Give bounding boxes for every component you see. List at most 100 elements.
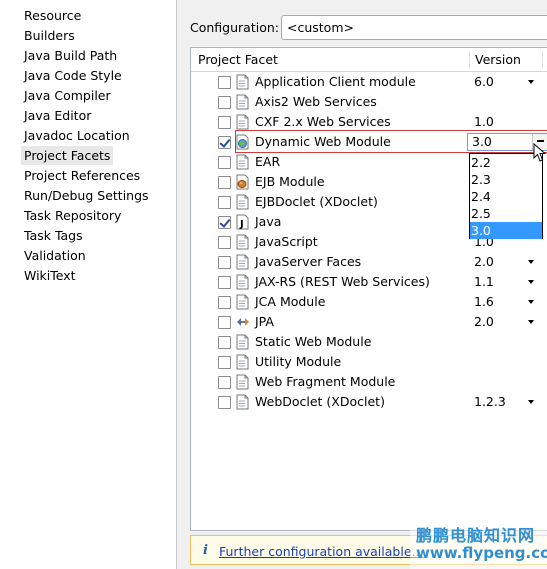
document-icon: [236, 154, 249, 170]
facet-name: Utility Module: [255, 354, 342, 369]
properties-nav-list: Resource Builders Java Build Path Java Code…: [0, 0, 177, 569]
facet-checkbox[interactable]: [218, 296, 231, 309]
nav-item-run-debug-settings[interactable]: Run/Debug Settings: [21, 186, 152, 205]
nav-item-task-repository[interactable]: Task Repository: [21, 206, 124, 225]
nav-item-task-tags[interactable]: Task Tags: [21, 226, 86, 245]
facet-row[interactable]: JCA Module 1.6: [191, 292, 547, 312]
facet-name: EJBDoclet (XDoclet): [255, 194, 378, 209]
version-dropdown-arrow-icon[interactable]: [528, 260, 534, 264]
facet-row[interactable]: Web Fragment Module: [191, 372, 547, 392]
nav-item-java-editor[interactable]: Java Editor: [21, 106, 94, 125]
nav-item-builders[interactable]: Builders: [21, 26, 78, 45]
version-dropdown-arrow-icon[interactable]: [528, 300, 534, 304]
facet-version: 1.6: [474, 294, 494, 309]
facet-checkbox[interactable]: [218, 216, 231, 229]
version-dropdown-arrow-icon[interactable]: [528, 280, 534, 284]
facet-name: Web Fragment Module: [255, 374, 396, 389]
version-dropdown-arrow-icon[interactable]: [528, 400, 534, 404]
facet-name: JavaScript: [255, 234, 318, 249]
facet-row[interactable]: JAX-RS (REST Web Services) 1.1: [191, 272, 547, 292]
facet-name: Dynamic Web Module: [255, 134, 391, 149]
version-dropdown-arrow-icon[interactable]: [528, 320, 534, 324]
project-facet-table: Project Facet Version Application Client…: [190, 47, 547, 531]
facet-name: Application Client module: [255, 74, 416, 89]
column-header-project-facet[interactable]: Project Facet: [198, 52, 278, 67]
watermark: 鹏鹏电脑知识网 www.flypeng.com: [410, 520, 547, 569]
facet-row[interactable]: Application Client module 6.0: [191, 72, 547, 92]
facet-name: JCA Module: [255, 294, 326, 309]
facet-version: 2.0: [474, 254, 494, 269]
facet-checkbox[interactable]: [218, 276, 231, 289]
facet-name: EAR: [255, 154, 281, 169]
facet-name: WebDoclet (XDoclet): [255, 394, 385, 409]
column-divider: [542, 51, 543, 69]
nav-item-java-build-path[interactable]: Java Build Path: [21, 46, 120, 65]
facet-row[interactable]: Axis2 Web Services: [191, 92, 547, 112]
facet-row[interactable]: JPA 2.0: [191, 312, 547, 332]
document-icon: [236, 334, 249, 350]
facet-checkbox[interactable]: [218, 336, 231, 349]
facet-checkbox[interactable]: [218, 356, 231, 369]
version-option[interactable]: 3.0: [470, 222, 542, 239]
facet-row[interactable]: WebDoclet (XDoclet) 1.2.3: [191, 392, 547, 412]
facet-name: EJB Module: [255, 174, 325, 189]
document-icon: [236, 354, 249, 370]
facet-row[interactable]: Utility Module: [191, 352, 547, 372]
facet-checkbox[interactable]: [218, 96, 231, 109]
nav-item-javadoc-location[interactable]: Javadoc Location: [21, 126, 133, 145]
facet-name: JAX-RS (REST Web Services): [255, 274, 430, 289]
version-dropdown-arrow-icon[interactable]: [528, 80, 534, 84]
facet-checkbox[interactable]: [218, 136, 231, 149]
facet-checkbox[interactable]: [218, 116, 231, 129]
nav-item-wikitext[interactable]: WikiText: [21, 266, 79, 285]
document-icon: [236, 294, 249, 310]
document-icon: [236, 374, 249, 390]
facet-version: 2.0: [474, 314, 494, 329]
facet-row[interactable]: JavaServer Faces 2.0: [191, 252, 547, 272]
facet-row[interactable]: CXF 2.x Web Services 1.0: [191, 112, 547, 132]
document-icon: [236, 194, 249, 210]
watermark-url: www.flypeng.com: [416, 544, 547, 562]
version-option[interactable]: 2.4: [470, 188, 542, 205]
watermark-text: 鹏鹏电脑知识网: [416, 526, 536, 545]
version-option[interactable]: 2.5: [470, 205, 542, 222]
document-icon: [236, 274, 249, 290]
dash-icon: [537, 140, 544, 142]
facet-checkbox[interactable]: [218, 156, 231, 169]
column-header-version[interactable]: Version: [475, 52, 521, 67]
facet-version: 1.0: [474, 114, 494, 129]
configuration-select[interactable]: <custom>: [281, 15, 547, 40]
facet-version: 1.2.3: [474, 394, 506, 409]
java-icon: J: [236, 214, 249, 230]
svg-text:J: J: [239, 219, 244, 230]
facet-row[interactable]: Static Web Module: [191, 332, 547, 352]
facet-checkbox[interactable]: [218, 76, 231, 89]
column-divider: [469, 51, 470, 69]
facet-checkbox[interactable]: [218, 196, 231, 209]
version-dropdown-list: 2.2 2.3 2.4 2.5 3.0: [469, 153, 543, 239]
nav-item-java-code-style[interactable]: Java Code Style: [21, 66, 125, 85]
nav-item-project-facets[interactable]: Project Facets: [21, 146, 114, 165]
mouse-cursor-icon: [533, 143, 547, 162]
nav-item-java-compiler[interactable]: Java Compiler: [21, 86, 114, 105]
version-option[interactable]: 2.3: [470, 171, 542, 188]
jpa-icon: [236, 314, 249, 330]
facet-checkbox[interactable]: [218, 256, 231, 269]
bean-icon: [236, 174, 249, 190]
facet-version: 1.1: [474, 274, 494, 289]
info-icon: i: [203, 543, 208, 558]
document-icon: [236, 94, 249, 110]
nav-item-resource[interactable]: Resource: [21, 6, 84, 25]
facet-name: Axis2 Web Services: [255, 94, 377, 109]
facet-checkbox[interactable]: [218, 376, 231, 389]
facet-checkbox[interactable]: [218, 316, 231, 329]
document-icon: [236, 394, 249, 410]
facet-checkbox[interactable]: [218, 176, 231, 189]
nav-item-project-references[interactable]: Project References: [21, 166, 143, 185]
nav-item-validation[interactable]: Validation: [21, 246, 89, 265]
facet-checkbox[interactable]: [218, 396, 231, 409]
version-option[interactable]: 2.2: [470, 154, 542, 171]
table-header: Project Facet Version: [191, 48, 547, 72]
facet-checkbox[interactable]: [218, 236, 231, 249]
further-configuration-link[interactable]: Further configuration available...: [219, 544, 423, 560]
